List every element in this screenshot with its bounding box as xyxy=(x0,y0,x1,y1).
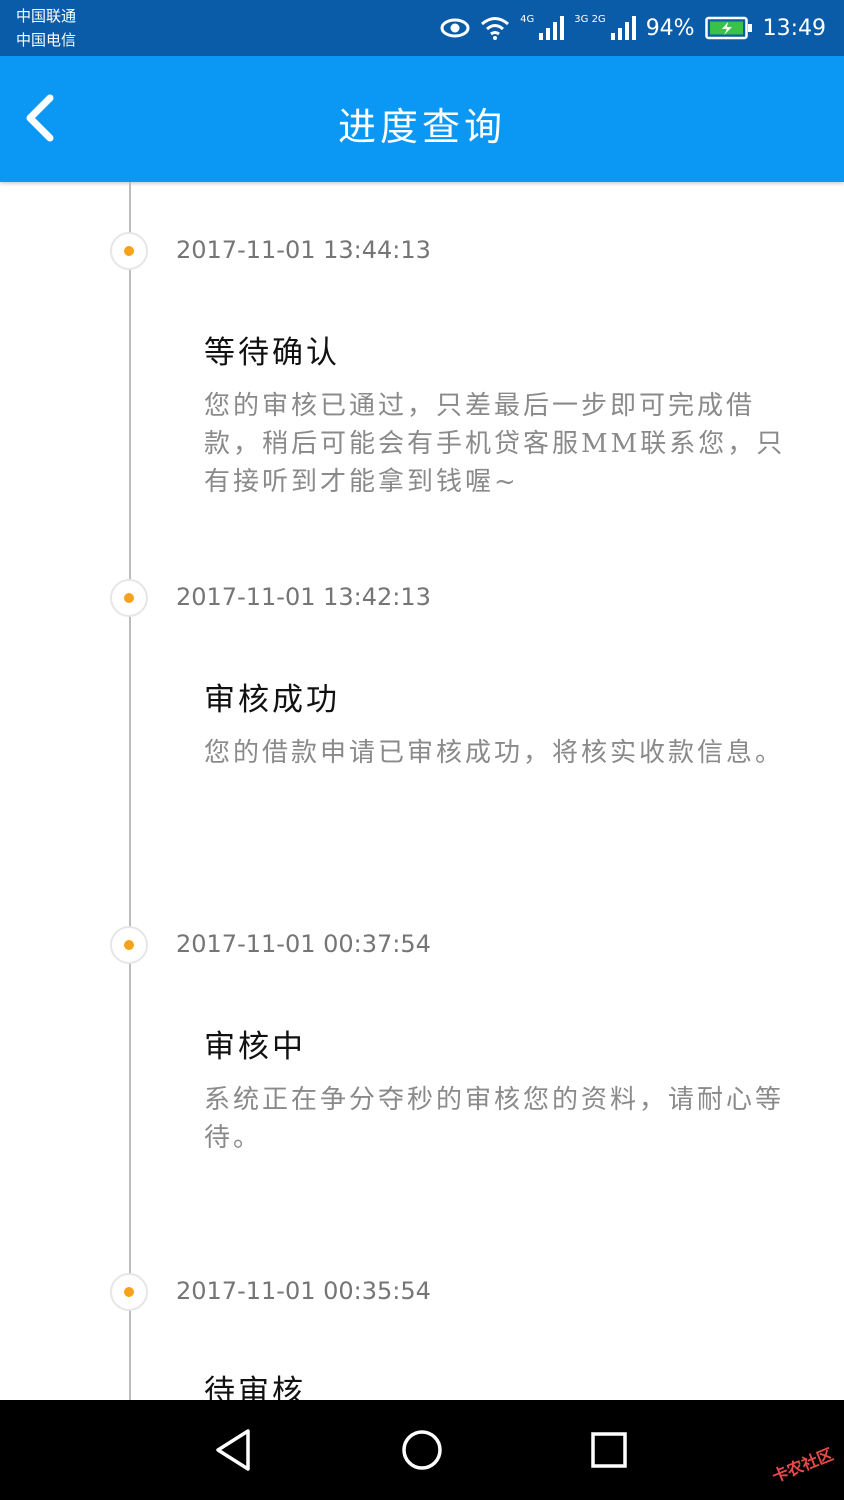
timeline-desc: 您的审核已通过，只差最后一步即可完成借款，稍后可能会有手机贷客服MM联系您，只有… xyxy=(204,391,786,497)
triangle-back-icon xyxy=(216,1429,250,1471)
network-type-1: 4G xyxy=(520,14,535,25)
circle-home-icon xyxy=(402,1430,442,1470)
clock: 13:49 xyxy=(762,15,826,41)
timeline-dot xyxy=(110,232,148,270)
wifi-icon xyxy=(481,17,510,40)
timeline-title: 等待确认 xyxy=(204,335,340,371)
timeline-time: 2017-11-01 00:37:54 xyxy=(176,930,431,958)
nav-back-button[interactable] xyxy=(210,1425,260,1475)
timeline-title: 待审核 xyxy=(204,1374,306,1400)
timeline-time: 2017-11-01 00:35:54 xyxy=(176,1277,431,1305)
page-title: 进度查询 xyxy=(337,105,506,149)
timeline-line xyxy=(129,182,131,1400)
timeline-time: 2017-11-01 13:42:13 xyxy=(176,583,431,611)
signal-icon-2 xyxy=(610,16,636,40)
battery-charging-icon xyxy=(704,16,752,40)
timeline-dot xyxy=(110,926,148,964)
timeline-time: 2017-11-01 13:44:13 xyxy=(176,236,431,264)
timeline-title: 审核成功 xyxy=(204,682,340,718)
carrier-1: 中国联通 xyxy=(16,7,77,25)
status-bar: 中国联通 中国电信 4G 3G 2G 94% 13:49 xyxy=(0,0,844,56)
eye-icon xyxy=(440,18,470,38)
timeline-title: 审核中 xyxy=(204,1029,306,1065)
app-bar: 进度查询 xyxy=(0,56,844,182)
navigation-bar: 卡农社区 xyxy=(0,1400,844,1500)
progress-timeline[interactable]: 2017-11-01 13:44:13 等待确认 您的审核已通过，只差最后一步即… xyxy=(0,182,844,1400)
network-type-2: 3G 2G xyxy=(574,14,606,25)
signal-icon-1 xyxy=(539,16,565,40)
carrier-2: 中国电信 xyxy=(16,31,77,49)
nav-home-button[interactable] xyxy=(397,1425,447,1475)
timeline-dot xyxy=(110,1273,148,1311)
timeline-desc: 系统正在争分夺秒的审核您的资料，请耐心等待。 xyxy=(204,1085,785,1153)
status-icons: 4G 3G 2G 94% 13:49 xyxy=(440,12,826,44)
square-recents-icon xyxy=(591,1432,627,1468)
timeline-dot xyxy=(110,579,148,617)
timeline-desc: 您的借款申请已审核成功，将核实收款信息。 xyxy=(204,738,785,768)
watermark: 卡农社区 xyxy=(769,1444,836,1487)
battery-percent: 94% xyxy=(645,15,695,41)
nav-recents-button[interactable] xyxy=(584,1425,634,1475)
